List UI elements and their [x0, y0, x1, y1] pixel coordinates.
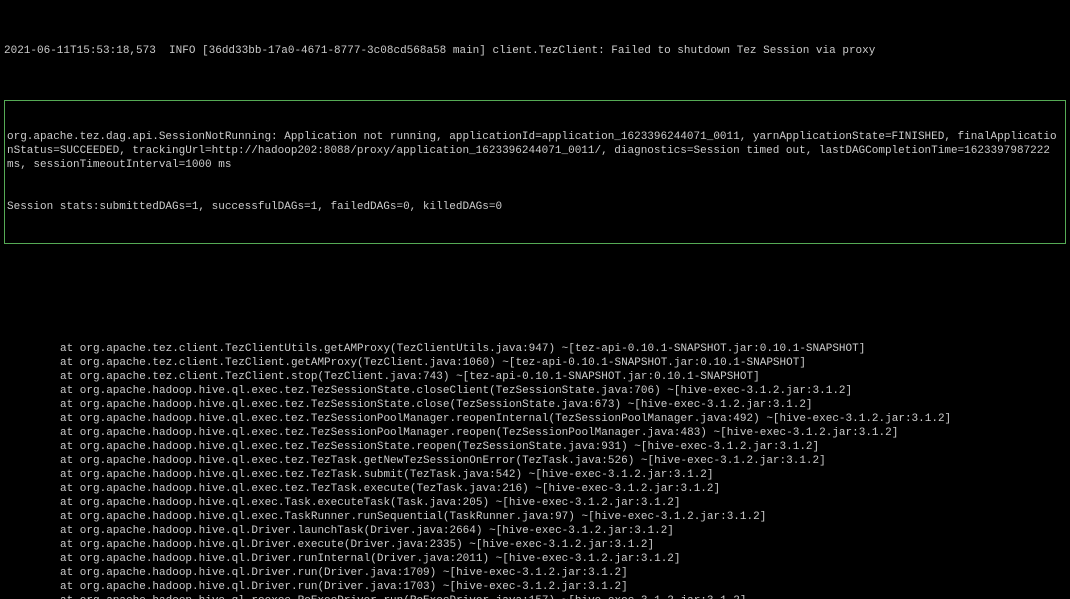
stack-trace: at org.apache.tez.client.TezClientUtils.…: [4, 342, 1066, 599]
stack-frame: at org.apache.hadoop.hive.ql.exec.tez.Te…: [60, 426, 1066, 440]
stack-frame: at org.apache.hadoop.hive.ql.exec.tez.Te…: [60, 398, 1066, 412]
stack-frame: at org.apache.tez.client.TezClientUtils.…: [60, 342, 1066, 356]
highlighted-error-box: org.apache.tez.dag.api.SessionNotRunning…: [4, 100, 1066, 244]
stack-frame: at org.apache.hadoop.hive.ql.exec.tez.Te…: [60, 384, 1066, 398]
stack-frame: at org.apache.hadoop.hive.ql.exec.TaskRu…: [60, 510, 1066, 524]
stack-frame: at org.apache.tez.client.TezClient.getAM…: [60, 356, 1066, 370]
stack-frame: at org.apache.hadoop.hive.ql.Driver.run(…: [60, 580, 1066, 594]
stack-frame: at org.apache.hadoop.hive.ql.exec.Task.e…: [60, 496, 1066, 510]
session-stats: Session stats:submittedDAGs=1, successfu…: [7, 200, 1063, 214]
stack-frame: at org.apache.hadoop.hive.ql.exec.tez.Te…: [60, 412, 1066, 426]
stack-frame: at org.apache.hadoop.hive.ql.Driver.runI…: [60, 552, 1066, 566]
terminal-output: 2021-06-11T15:53:18,573 INFO [36dd33bb-1…: [0, 0, 1070, 599]
stack-frame: at org.apache.hadoop.hive.ql.reexec.ReEx…: [60, 594, 1066, 599]
log-line: 2021-06-11T15:53:18,573 INFO [36dd33bb-1…: [4, 44, 1066, 58]
error-message: org.apache.tez.dag.api.SessionNotRunning…: [7, 130, 1063, 172]
stack-frame: at org.apache.tez.client.TezClient.stop(…: [60, 370, 1066, 384]
blank-line: [4, 286, 1066, 300]
stack-frame: at org.apache.hadoop.hive.ql.exec.tez.Te…: [60, 468, 1066, 482]
stack-frame: at org.apache.hadoop.hive.ql.exec.tez.Te…: [60, 454, 1066, 468]
stack-frame: at org.apache.hadoop.hive.ql.exec.tez.Te…: [60, 440, 1066, 454]
stack-frame: at org.apache.hadoop.hive.ql.Driver.laun…: [60, 524, 1066, 538]
stack-frame: at org.apache.hadoop.hive.ql.exec.tez.Te…: [60, 482, 1066, 496]
stack-frame: at org.apache.hadoop.hive.ql.Driver.run(…: [60, 566, 1066, 580]
stack-frame: at org.apache.hadoop.hive.ql.Driver.exec…: [60, 538, 1066, 552]
